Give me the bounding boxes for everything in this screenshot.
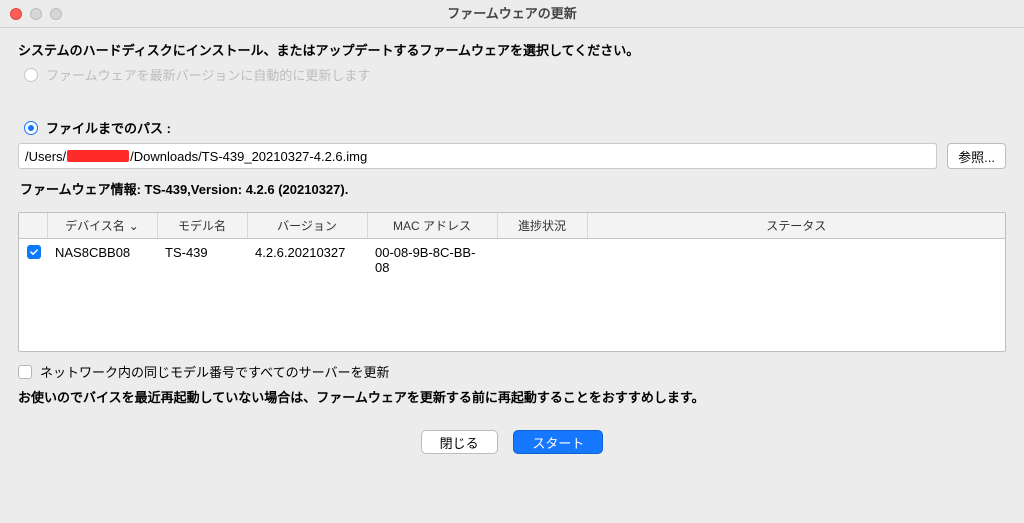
col-progress[interactable]: 進捗状況 <box>497 213 587 239</box>
col-status[interactable]: ステータス <box>587 213 1005 239</box>
firmware-info-text: ファームウェア情報: TS-439,Version: 4.2.6 (202103… <box>20 179 1006 198</box>
col-select[interactable] <box>19 213 47 239</box>
cell-status <box>587 239 1005 282</box>
browse-button-label: 参照... <box>958 147 995 166</box>
cell-device: NAS8CBB08 <box>47 239 157 282</box>
device-table: デバイス名⌄ モデル名 バージョン MAC アドレス 進捗状況 ステータス NA… <box>18 212 1006 352</box>
table-header-row: デバイス名⌄ モデル名 バージョン MAC アドレス 進捗状況 ステータス <box>19 213 1005 239</box>
window-traffic-lights <box>10 8 62 20</box>
start-button[interactable]: スタート <box>513 430 603 454</box>
cell-progress <box>497 239 587 282</box>
minimize-window-icon <box>30 8 42 20</box>
update-same-model-row[interactable]: ネットワーク内の同じモデル番号ですべてのサーバーを更新 <box>18 362 1006 381</box>
titlebar: ファームウェアの更新 <box>0 0 1024 28</box>
instruction-text: システムのハードディスクにインストール、またはアップデートするファームウェアを選… <box>18 40 1006 59</box>
dialog-footer: 閉じる スタート <box>0 430 1024 464</box>
radio-auto-update <box>24 68 38 82</box>
close-window-icon[interactable] <box>10 8 22 20</box>
radio-auto-update-row: ファームウェアを最新バージョンに自動的に更新します <box>24 65 1006 84</box>
file-path-input[interactable]: /Users/ /Downloads/TS-439_20210327-4.2.6.… <box>18 143 937 169</box>
cell-version: 4.2.6.20210327 <box>247 239 367 282</box>
col-mac[interactable]: MAC アドレス <box>367 213 497 239</box>
path-suffix: /Downloads/TS-439_20210327-4.2.6.img <box>130 149 367 164</box>
chevron-down-icon: ⌄ <box>129 219 139 233</box>
reboot-advice-text: お使いのでバイスを最近再起動していない場合は、ファームウェアを更新する前に再起動… <box>18 387 1006 406</box>
col-model[interactable]: モデル名 <box>157 213 247 239</box>
close-button[interactable]: 閉じる <box>421 430 498 454</box>
check-icon <box>29 247 39 257</box>
update-same-model-label: ネットワーク内の同じモデル番号ですべてのサーバーを更新 <box>40 362 389 381</box>
table-row[interactable]: NAS8CBB08 TS-439 4.2.6.20210327 00-08-9B… <box>19 239 1005 282</box>
col-version[interactable]: バージョン <box>247 213 367 239</box>
radio-file-path-label: ファイルまでのパス : <box>46 118 171 137</box>
radio-path-row[interactable]: ファイルまでのパス : <box>24 118 1006 137</box>
radio-file-path[interactable] <box>24 121 38 135</box>
cell-model: TS-439 <box>157 239 247 282</box>
zoom-window-icon <box>50 8 62 20</box>
browse-button[interactable]: 参照... <box>947 143 1006 169</box>
col-device[interactable]: デバイス名⌄ <box>47 213 157 239</box>
update-same-model-checkbox[interactable] <box>18 365 32 379</box>
window-title: ファームウェアの更新 <box>447 6 577 21</box>
row-select-checkbox[interactable] <box>27 245 41 259</box>
path-prefix: /Users/ <box>25 149 66 164</box>
cell-mac: 00-08-9B-8C-BB-08 <box>367 239 497 282</box>
redacted-segment <box>67 150 129 162</box>
radio-auto-update-label: ファームウェアを最新バージョンに自動的に更新します <box>46 65 370 84</box>
